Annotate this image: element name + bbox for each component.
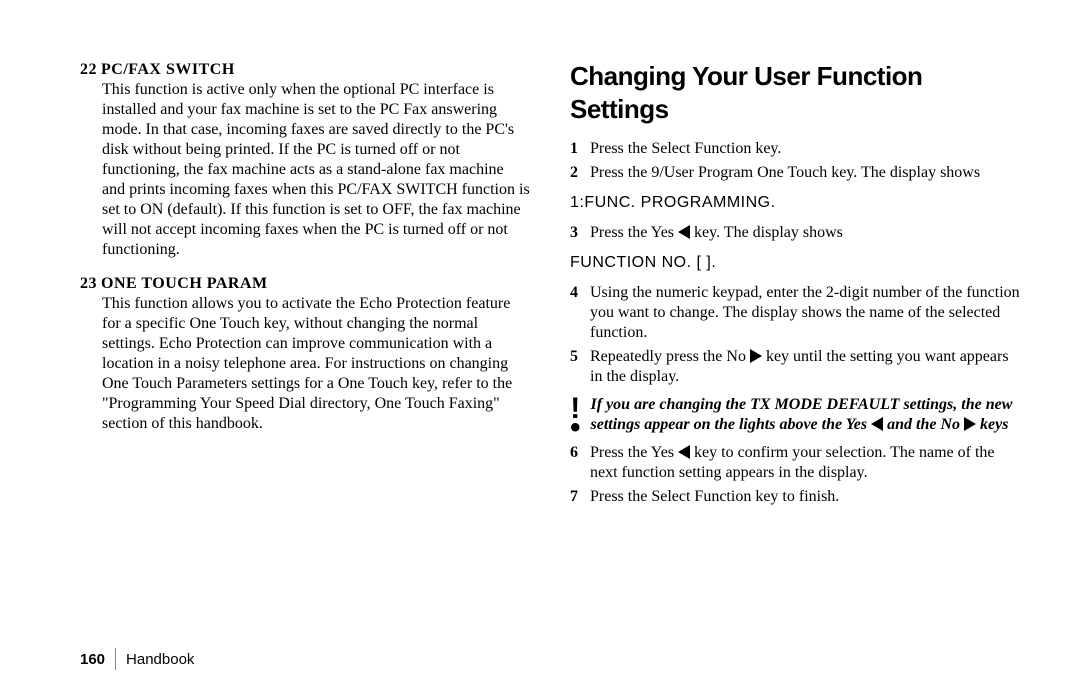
step-num: 1 xyxy=(570,139,590,159)
note-mid: and the No xyxy=(883,416,964,433)
func-23-head: ONE TOUCH PARAM xyxy=(101,275,268,292)
step3-post: key. The display shows xyxy=(690,224,843,241)
steps-group-d: 6 Press the Yes key to confirm your sele… xyxy=(570,443,1020,507)
step5-pre: Repeatedly press the No xyxy=(590,348,750,365)
step-text: Press the Yes key. The display shows xyxy=(590,223,1020,243)
step-num: 3 xyxy=(570,223,590,243)
note-post: keys xyxy=(976,416,1008,433)
right-arrow-icon xyxy=(750,349,762,363)
note-text: If you are changing the TX MODE DEFAULT … xyxy=(591,395,1020,435)
left-arrow-icon xyxy=(678,225,690,239)
step-2: 2 Press the 9/User Program One Touch key… xyxy=(570,163,1020,183)
step-text: Repeatedly press the No key until the se… xyxy=(590,347,1020,387)
section-title: Changing Your User Function Settings xyxy=(570,60,1020,125)
right-arrow-icon xyxy=(964,417,976,431)
step-num: 2 xyxy=(570,163,590,183)
func-22-num: 22 xyxy=(80,61,97,78)
page-footer: 160 Handbook xyxy=(80,648,194,670)
steps-group-b: 3 Press the Yes key. The display shows xyxy=(570,223,1020,243)
func-22-body: This function is active only when the op… xyxy=(102,80,530,260)
note: !• If you are changing the TX MODE DEFAU… xyxy=(570,395,1020,435)
step-text: Press the 9/User Program One Touch key. … xyxy=(590,163,1020,183)
steps-group-c: 4 Using the numeric keypad, enter the 2-… xyxy=(570,283,1020,387)
step-text: Press the Select Function key to finish. xyxy=(590,487,1020,507)
func-23-num: 23 xyxy=(80,275,97,292)
step-3: 3 Press the Yes key. The display shows xyxy=(570,223,1020,243)
step6-pre: Press the Yes xyxy=(590,444,678,461)
func-23-body: This function allows you to activate the… xyxy=(102,294,530,434)
exclamation-icon: !• xyxy=(570,395,581,434)
step-num: 6 xyxy=(570,443,590,483)
step-7: 7 Press the Select Function key to finis… xyxy=(570,487,1020,507)
function-23: 23 ONE TOUCH PARAM This function allows … xyxy=(80,274,530,434)
display-line-2: FUNCTION NO. [ ]. xyxy=(570,253,1020,273)
step-num: 4 xyxy=(570,283,590,343)
right-column: Changing Your User Function Settings 1 P… xyxy=(570,60,1020,598)
left-column: 22 PC/FAX SWITCH This function is active… xyxy=(80,60,530,598)
page-number: 160 xyxy=(80,651,105,668)
footer-divider xyxy=(115,648,116,670)
page-body: 22 PC/FAX SWITCH This function is active… xyxy=(0,0,1080,638)
display-line-1: 1:FUNC. PROGRAMMING. xyxy=(570,193,1020,213)
step-6: 6 Press the Yes key to confirm your sele… xyxy=(570,443,1020,483)
step3-pre: Press the Yes xyxy=(590,224,678,241)
steps-group-a: 1 Press the Select Function key. 2 Press… xyxy=(570,139,1020,183)
step-num: 7 xyxy=(570,487,590,507)
func-22-head: PC/FAX SWITCH xyxy=(101,61,235,78)
step-1: 1 Press the Select Function key. xyxy=(570,139,1020,159)
left-arrow-icon xyxy=(678,445,690,459)
book-name: Handbook xyxy=(126,651,194,668)
step-text: Press the Yes key to confirm your select… xyxy=(590,443,1020,483)
step-text: Press the Select Function key. xyxy=(590,139,1020,159)
step-num: 5 xyxy=(570,347,590,387)
function-22: 22 PC/FAX SWITCH This function is active… xyxy=(80,60,530,260)
left-arrow-icon xyxy=(871,417,883,431)
step-text: Using the numeric keypad, enter the 2-di… xyxy=(590,283,1020,343)
step-5: 5 Repeatedly press the No key until the … xyxy=(570,347,1020,387)
step-4: 4 Using the numeric keypad, enter the 2-… xyxy=(570,283,1020,343)
